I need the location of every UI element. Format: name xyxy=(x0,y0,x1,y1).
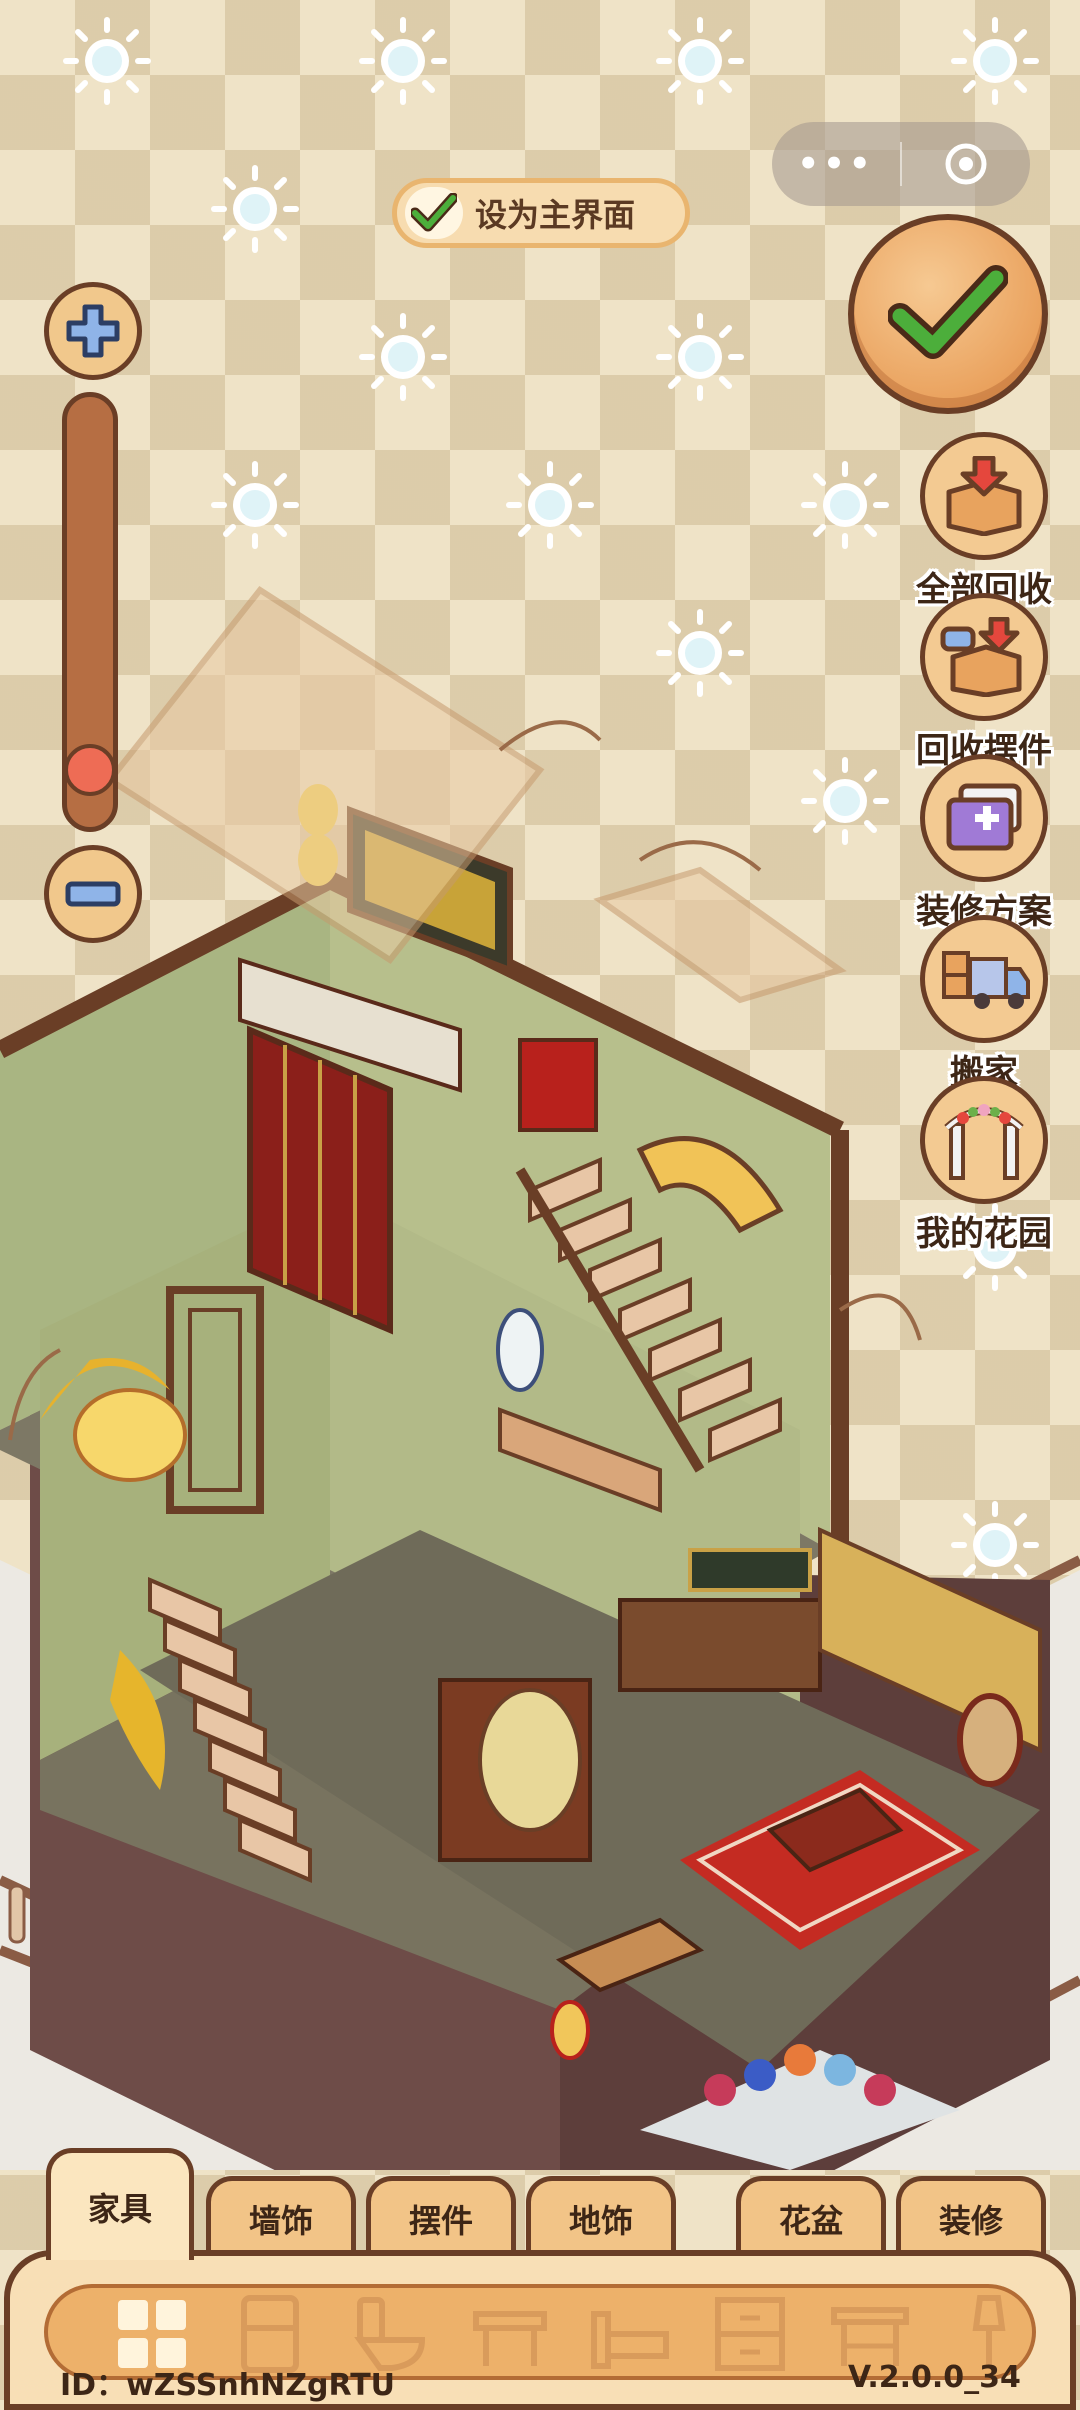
sun-marker-icon xyxy=(656,17,744,105)
zoom-in-button[interactable] xyxy=(44,282,142,380)
tab-flower-pots[interactable]: 花盆 xyxy=(736,2176,886,2256)
red-cabinet xyxy=(518,1038,598,1132)
player-id: ID：wZSSnhNZgRTU xyxy=(60,2368,396,2403)
confirm-button[interactable] xyxy=(848,214,1048,414)
sun-marker-icon xyxy=(211,165,299,253)
sun-marker-icon xyxy=(656,313,744,401)
kitchen-counter xyxy=(618,1598,822,1692)
decor-plan-button[interactable]: 装修方案 xyxy=(896,754,1072,933)
table-icon[interactable] xyxy=(470,2294,550,2374)
golden-lamp xyxy=(73,1388,187,1482)
checkmark-icon xyxy=(405,187,463,239)
sun-marker-icon xyxy=(359,313,447,401)
set-main-screen-label: 设为主界面 xyxy=(475,196,636,234)
sun-marker-icon xyxy=(359,17,447,105)
sun-marker-icon xyxy=(506,461,594,549)
restaurant-sign xyxy=(688,1548,812,1592)
decor-plan-icon xyxy=(920,754,1048,882)
tab-ornaments[interactable]: 摆件 xyxy=(366,2176,516,2256)
sun-marker-icon xyxy=(211,461,299,549)
my-garden-button[interactable]: 我的花园 xyxy=(896,1076,1072,1255)
tab-furniture[interactable]: 家具 xyxy=(46,2148,194,2260)
moon-window xyxy=(478,1688,582,1832)
drum xyxy=(957,1693,1023,1787)
recycle-all-button[interactable]: 全部回收 xyxy=(896,432,1072,611)
close-miniprogram-icon[interactable] xyxy=(902,140,1030,188)
blue-white-vase xyxy=(496,1308,544,1392)
garden-arch-icon xyxy=(920,1076,1048,1204)
miniprogram-capsule: ••• xyxy=(772,122,1030,206)
cabinet-icon[interactable] xyxy=(710,2294,790,2374)
more-menu-icon[interactable]: ••• xyxy=(772,122,900,206)
floor-lantern xyxy=(550,2000,590,2060)
bed-icon[interactable] xyxy=(590,2294,670,2374)
moving-truck-icon xyxy=(920,915,1048,1043)
plus-icon xyxy=(66,304,120,358)
my-garden-label: 我的花园 xyxy=(916,1214,1052,1254)
sun-marker-icon xyxy=(63,17,151,105)
moving-button[interactable]: 搬家 xyxy=(896,915,1072,1094)
recycle-all-icon xyxy=(920,432,1048,560)
zoom-slider-thumb[interactable] xyxy=(64,743,116,796)
recycle-decor-button[interactable]: 回收摆件 xyxy=(896,593,1072,772)
tab-floor-decor[interactable]: 地饰 xyxy=(526,2176,676,2256)
minus-icon xyxy=(65,881,121,907)
set-main-screen-toggle[interactable]: 设为主界面 xyxy=(392,178,690,248)
version-label: V.2.0.0_34 xyxy=(848,2360,1021,2395)
tab-renovation[interactable]: 装修 xyxy=(896,2176,1046,2256)
sun-marker-icon xyxy=(951,17,1039,105)
zoom-out-button[interactable] xyxy=(44,845,142,943)
recycle-decor-icon xyxy=(920,593,1048,721)
category-tabs: 家具 墙饰 摆件 地饰 花盆 装修 xyxy=(40,2148,1050,2260)
tab-wall-decor[interactable]: 墙饰 xyxy=(206,2176,356,2256)
sun-marker-icon xyxy=(801,461,889,549)
checkmark-icon xyxy=(888,265,1008,359)
